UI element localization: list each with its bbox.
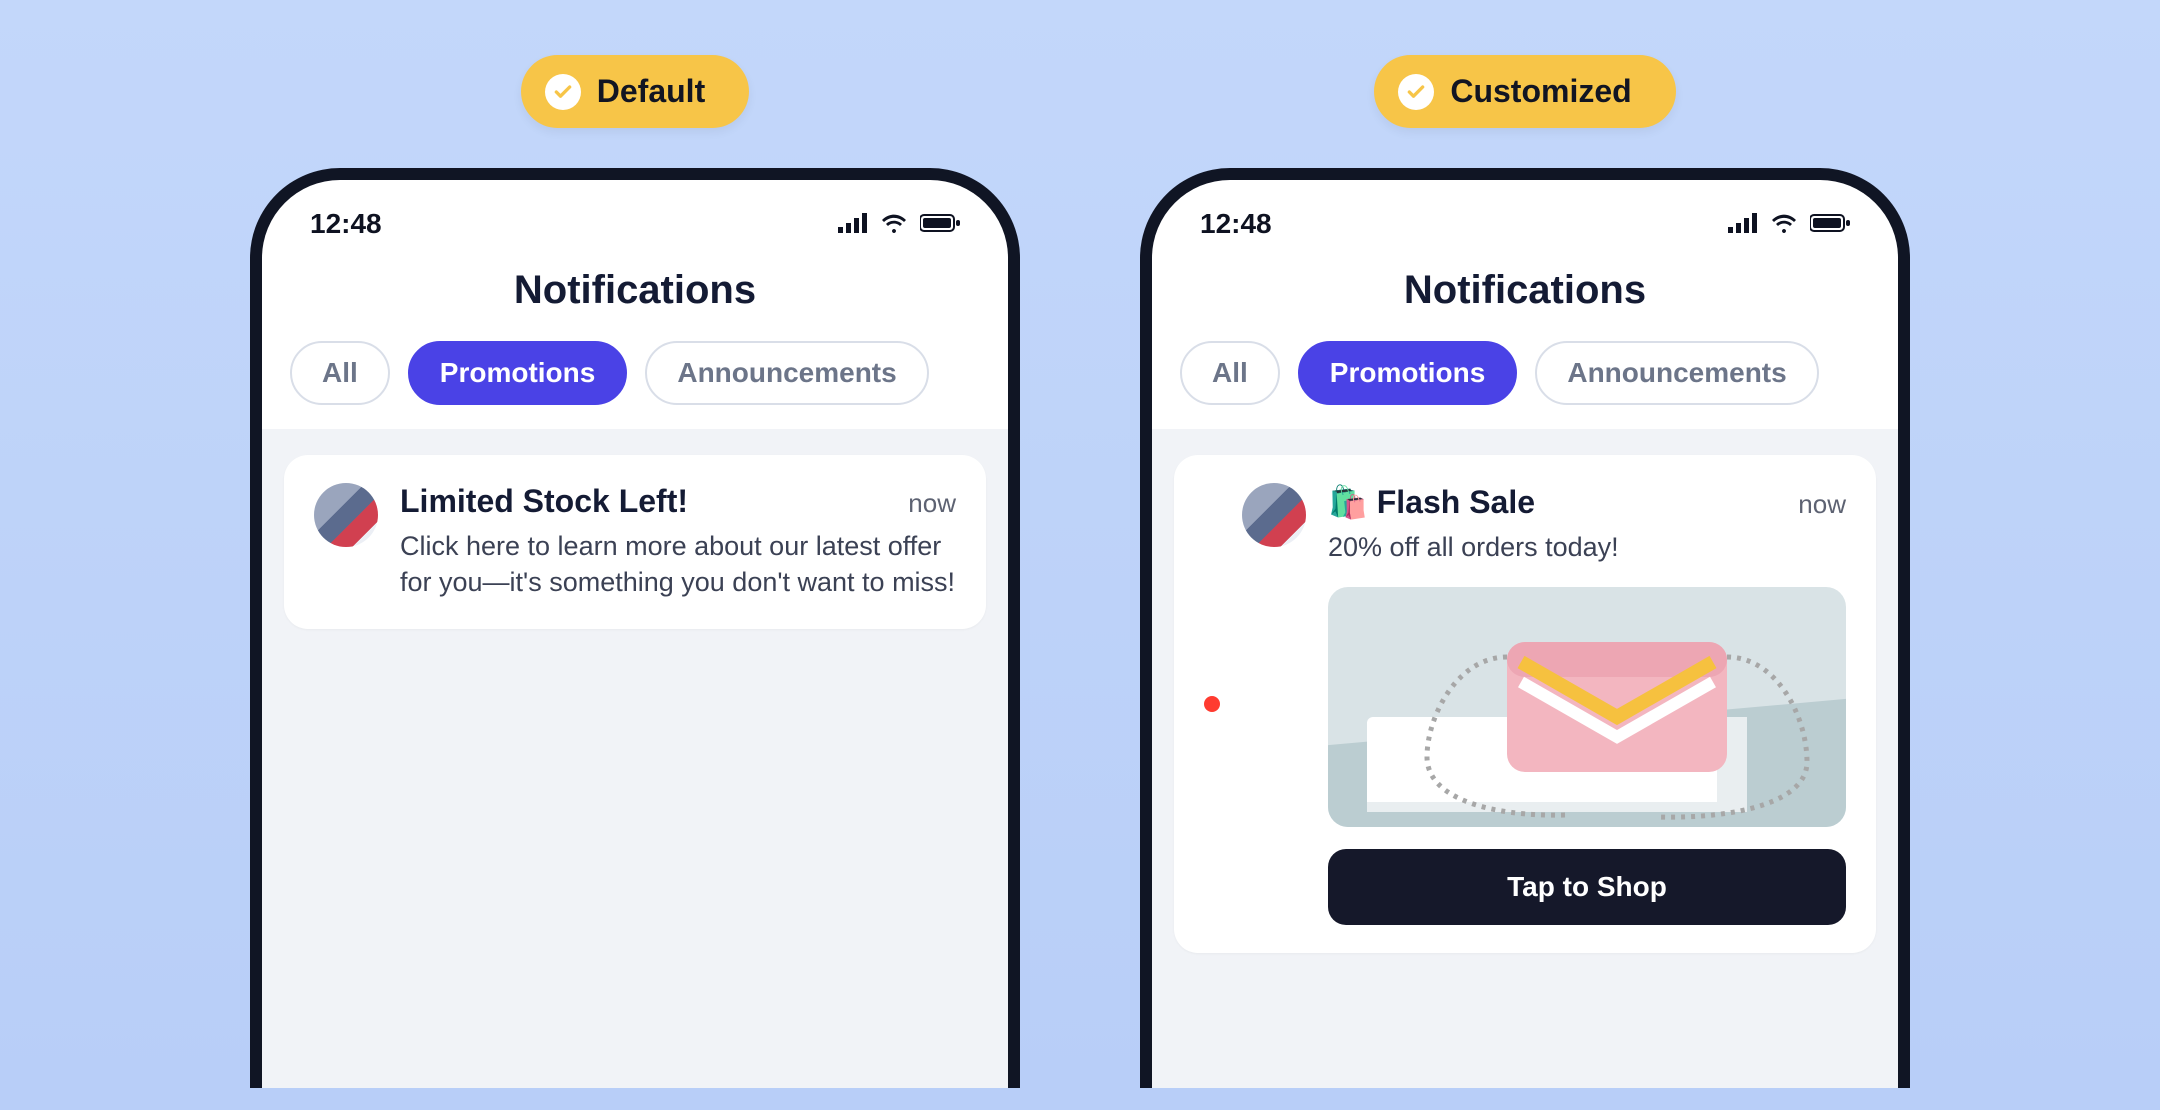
check-icon [545, 74, 581, 110]
card-text: 20% off all orders today! [1328, 529, 1846, 565]
notification-card[interactable]: Limited Stock Left! now Click here to le… [284, 455, 986, 629]
tab-promotions[interactable]: Promotions [1298, 341, 1518, 405]
status-bar: 12:48 [262, 180, 1008, 250]
status-icons [838, 208, 960, 240]
cellular-icon [1728, 208, 1758, 240]
battery-icon [920, 208, 960, 240]
filter-tabs: All Promotions Announcements [262, 341, 1008, 429]
avatar [314, 483, 378, 547]
card-title: 🛍️ Flash Sale [1328, 483, 1535, 521]
card-media [1328, 587, 1846, 827]
cellular-icon [838, 208, 868, 240]
filter-tabs: All Promotions Announcements [1152, 341, 1898, 429]
card-body: Limited Stock Left! now Click here to le… [400, 483, 956, 601]
status-time: 12:48 [310, 208, 382, 240]
card-time: now [908, 488, 956, 519]
notification-feed: Limited Stock Left! now Click here to le… [262, 429, 1008, 1088]
tab-promotions[interactable]: Promotions [408, 341, 628, 405]
tab-all[interactable]: All [290, 341, 390, 405]
check-icon [1398, 74, 1434, 110]
avatar [1242, 483, 1306, 547]
page-title: Notifications [1152, 250, 1898, 341]
card-body: 🛍️ Flash Sale now 20% off all orders tod… [1328, 483, 1846, 925]
tab-all[interactable]: All [1180, 341, 1280, 405]
card-text: Click here to learn more about our lates… [400, 528, 956, 601]
cta-button[interactable]: Tap to Shop [1328, 849, 1846, 925]
label-pill-customized: Customized [1374, 55, 1675, 128]
left-column: Default 12:48 Notifications All Promotio… [250, 55, 1020, 1088]
card-header: Limited Stock Left! now [400, 483, 956, 520]
card-title: Limited Stock Left! [400, 483, 688, 520]
label-text: Default [597, 73, 705, 110]
phone-mock-left: 12:48 Notifications All Promotions Annou… [250, 168, 1020, 1088]
comparison-stage: Default 12:48 Notifications All Promotio… [0, 0, 2160, 1088]
status-bar: 12:48 [1152, 180, 1898, 250]
label-text: Customized [1450, 73, 1631, 110]
battery-icon [1810, 208, 1850, 240]
label-pill-default: Default [521, 55, 749, 128]
notification-card[interactable]: 🛍️ Flash Sale now 20% off all orders tod… [1174, 455, 1876, 953]
tab-announcements[interactable]: Announcements [645, 341, 928, 405]
phone-mock-right: 12:48 Notifications All Promotions Annou… [1140, 168, 1910, 1088]
wifi-icon [1770, 208, 1798, 240]
status-icons [1728, 208, 1850, 240]
tab-announcements[interactable]: Announcements [1535, 341, 1818, 405]
card-time: now [1798, 489, 1846, 520]
status-time: 12:48 [1200, 208, 1272, 240]
right-column: Customized 12:48 Notifications All Promo… [1140, 55, 1910, 1088]
wifi-icon [880, 208, 908, 240]
notification-feed: 🛍️ Flash Sale now 20% off all orders tod… [1152, 429, 1898, 1088]
card-header: 🛍️ Flash Sale now [1328, 483, 1846, 521]
unread-dot-icon [1204, 696, 1220, 712]
page-title: Notifications [262, 250, 1008, 341]
